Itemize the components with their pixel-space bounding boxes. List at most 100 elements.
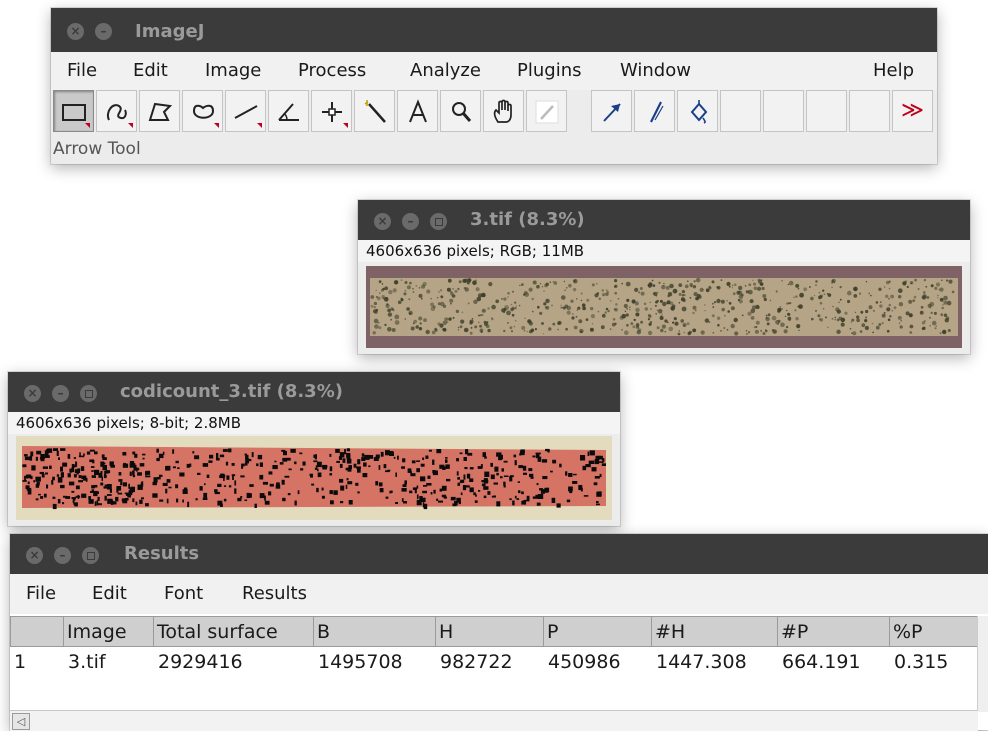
polygon-tool-button[interactable] [139, 90, 180, 132]
image-particle [42, 466, 48, 469]
color-picker-tool-button[interactable] [526, 90, 567, 132]
oval-tool-button[interactable] [182, 90, 223, 132]
menu-plugins[interactable]: Plugins [517, 52, 581, 90]
image-speckle [590, 314, 595, 319]
image-speckle [596, 282, 598, 285]
image-speckle [692, 311, 695, 315]
image-particle [259, 493, 265, 499]
image-canvas[interactable] [16, 436, 612, 520]
vertical-scrollbar[interactable] [977, 616, 988, 712]
maximize-icon[interactable] [80, 385, 97, 402]
image-speckle [412, 287, 414, 290]
image-particle [389, 452, 394, 456]
minimize-icon[interactable]: – [402, 213, 419, 230]
image-canvas[interactable] [366, 266, 962, 348]
freehand-tool-button[interactable] [96, 90, 137, 132]
more-tools-button[interactable]: ≫ [892, 90, 933, 132]
horizontal-scrollbar[interactable]: ◁ [10, 710, 978, 731]
column-header-image[interactable]: Image [64, 616, 154, 647]
maximize-icon[interactable] [430, 213, 447, 230]
column-header-count-h[interactable]: #H [652, 616, 778, 647]
image-speckle [832, 305, 834, 308]
wand-tool-button[interactable] [354, 90, 395, 132]
maximize-icon[interactable] [82, 547, 99, 564]
image-particle [315, 465, 318, 468]
angle-tool-button[interactable] [268, 90, 309, 132]
image-particle [516, 498, 520, 500]
image-particle [194, 455, 200, 460]
image-particle [565, 471, 568, 476]
minimize-icon[interactable]: – [95, 23, 112, 40]
results-table[interactable]: Image Total surface B H P #H #P %P 1 3.t… [10, 616, 978, 678]
image-speckle [643, 302, 647, 306]
menu-image[interactable]: Image [205, 52, 261, 90]
image-titlebar[interactable]: × – codicount_3.tif (8.3%) [8, 372, 620, 412]
image-titlebar[interactable]: × – 3.tif (8.3%) [358, 200, 970, 240]
flood-fill-tool-button[interactable] [677, 90, 718, 132]
menu-file[interactable]: File [67, 52, 97, 90]
image-speckle [678, 302, 681, 304]
column-header-count-p[interactable]: #P [778, 616, 890, 647]
image-particle [272, 465, 278, 470]
image-particle [314, 454, 317, 460]
image-particle [101, 476, 103, 481]
column-header-h[interactable]: H [436, 616, 544, 647]
close-icon[interactable]: × [374, 213, 391, 230]
line-tool-button[interactable] [225, 90, 266, 132]
image-speckle [391, 308, 394, 311]
empty-tool-slot[interactable] [806, 90, 847, 132]
hand-tool-button[interactable] [483, 90, 524, 132]
brush-tool-button[interactable] [634, 90, 675, 132]
rectangle-tool-button[interactable] [53, 90, 94, 132]
menu-help[interactable]: Help [873, 52, 914, 90]
image-speckle [822, 289, 825, 292]
image-speckle [803, 287, 808, 292]
image-speckle [455, 309, 459, 313]
image-speckle [864, 325, 869, 331]
image-speckle [621, 282, 623, 285]
menu-file[interactable]: File [26, 574, 56, 614]
empty-tool-slot[interactable] [720, 90, 761, 132]
image-particle [104, 484, 108, 487]
minimize-icon[interactable]: – [54, 547, 71, 564]
column-header-b[interactable]: B [314, 616, 436, 647]
column-header-total-surface[interactable]: Total surface [154, 616, 314, 647]
image-particle [162, 482, 168, 486]
point-tool-button[interactable] [311, 90, 352, 132]
table-row[interactable]: 1 3.tif 2929416 1495708 982722 450986 14… [10, 647, 978, 678]
column-header-percent-p[interactable]: %P [890, 616, 978, 647]
menu-results[interactable]: Results [242, 574, 307, 614]
menu-edit[interactable]: Edit [92, 574, 127, 614]
imagej-titlebar[interactable]: × – ImageJ [51, 8, 937, 52]
minimize-icon[interactable]: – [52, 385, 69, 402]
menu-analyze[interactable]: Analyze [410, 52, 481, 90]
image-particle [60, 484, 65, 489]
text-tool-button[interactable] [397, 90, 438, 132]
image-speckle [668, 326, 674, 332]
empty-tool-slot[interactable] [849, 90, 890, 132]
scroll-left-icon[interactable]: ◁ [12, 713, 30, 730]
image-particle [551, 497, 556, 503]
close-icon[interactable]: × [26, 547, 43, 564]
column-header-p[interactable]: P [544, 616, 652, 647]
empty-tool-slot[interactable] [763, 90, 804, 132]
menu-window[interactable]: Window [620, 52, 691, 90]
image-speckle [851, 318, 855, 322]
arrow-tool-button[interactable] [591, 90, 632, 132]
results-titlebar[interactable]: × – Results [10, 534, 988, 574]
magnifier-tool-button[interactable] [440, 90, 481, 132]
image-speckle [481, 308, 486, 313]
column-header-index[interactable] [10, 616, 64, 647]
image-particle [330, 500, 334, 505]
menu-font[interactable]: Font [164, 574, 203, 614]
image-speckle [686, 322, 690, 326]
menu-process[interactable]: Process [298, 52, 366, 90]
close-icon[interactable]: × [67, 23, 84, 40]
image-particle [422, 457, 425, 460]
image-speckle [543, 290, 545, 292]
image-speckle [810, 296, 814, 301]
menu-edit[interactable]: Edit [133, 52, 168, 90]
image-speckle [682, 298, 686, 303]
image-speckle [885, 294, 889, 298]
close-icon[interactable]: × [24, 385, 41, 402]
